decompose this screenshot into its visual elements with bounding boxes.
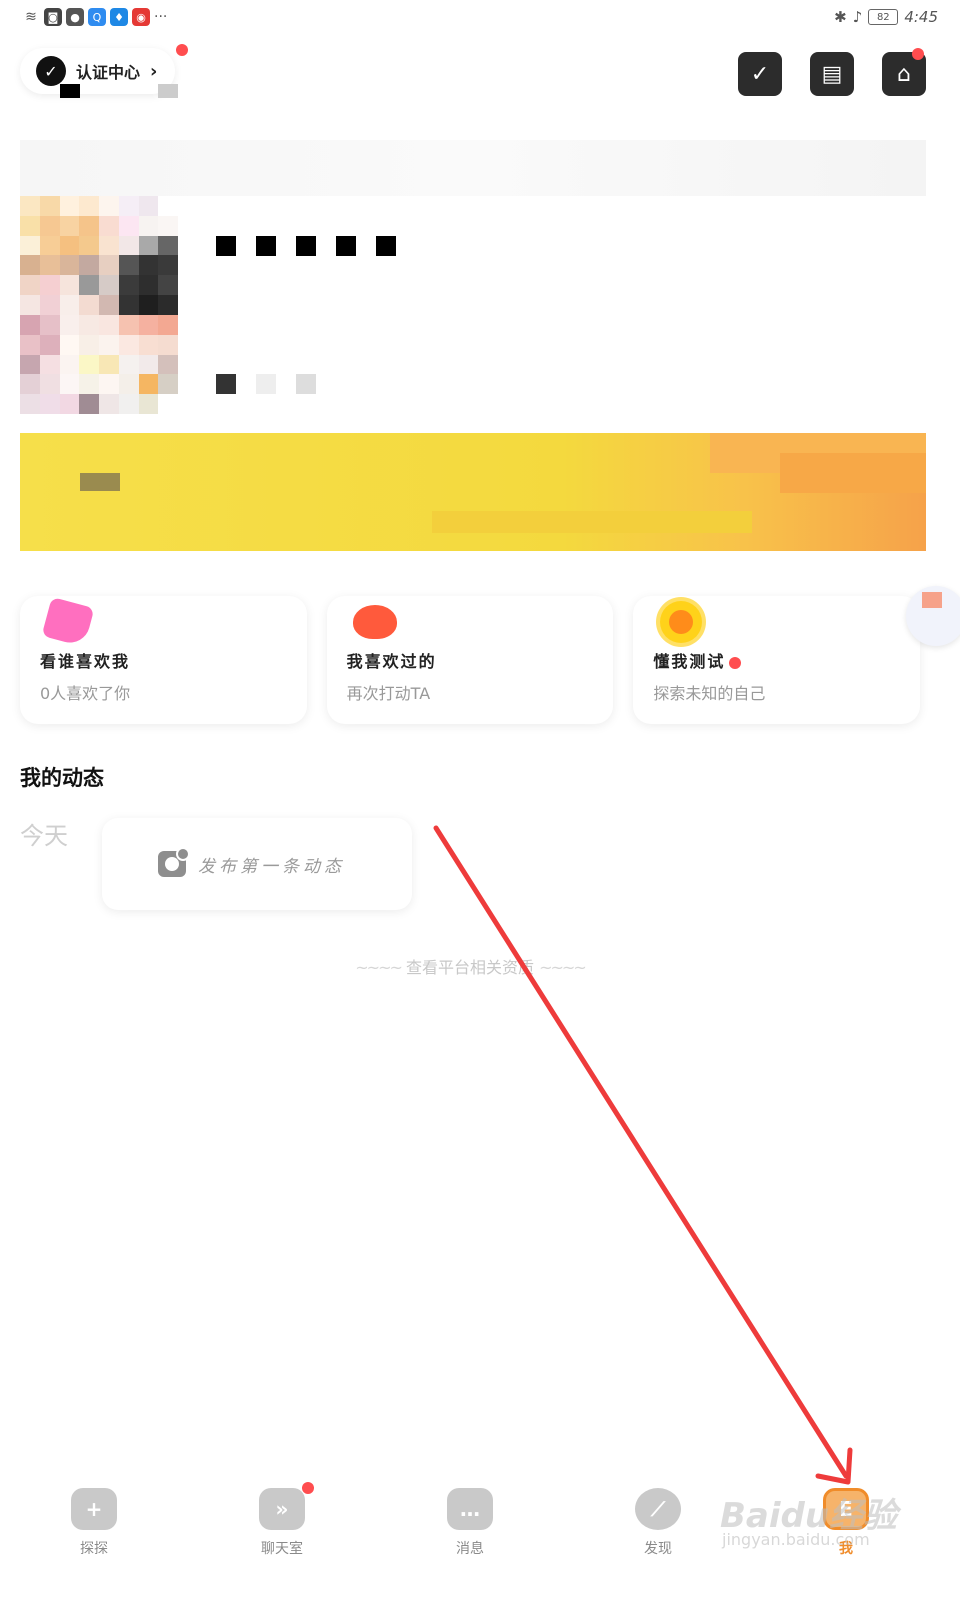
card-title: 看谁喜欢我 [40,652,131,671]
redaction-block [216,374,236,394]
nav-label: 聊天室 [261,1541,303,1557]
redaction-block [376,236,396,256]
feature-cards: 看谁喜欢我 0人喜欢了你 我喜欢过的 再次打动TA 懂我测试 探索未知的自己 [20,596,921,724]
liked-by-me-card[interactable]: 我喜欢过的 再次打动TA [326,596,614,724]
nav-label: 探探 [80,1541,108,1557]
banner-decoration [432,511,752,533]
wechat-icon: ● [66,8,84,26]
today-label: 今天 [20,822,68,850]
wifi-icon: ≋ [25,9,37,25]
card-title: 懂我测试 [653,648,742,672]
chatroom-icon: » [259,1488,305,1530]
settings-notification-dot [912,48,924,60]
redaction-block [296,236,316,256]
swipe-icon: + [71,1488,117,1530]
status-bar-right: ✱ ♪ 82 4:45 [834,8,938,26]
baidu-watermark-url: jingyan.baidu.com [722,1530,870,1549]
wave-decoration: ~~~~ [355,958,403,977]
banner-decoration [780,453,926,493]
redacted-profile-strip [20,140,926,196]
search-app-icon: Q [88,8,106,26]
nav-messages[interactable]: … 消息 [376,1488,564,1578]
bulb-app-icon: ♦ [110,8,128,26]
card-subtitle: 0人喜欢了你 [40,684,131,703]
floating-bubble[interactable] [906,586,960,646]
status-bar: ≋ ◙ ● Q ♦ ◉ ··· ✱ ♪ 82 4:45 [0,0,960,36]
personality-test-card[interactable]: 懂我测试 探索未知的自己 [633,596,921,724]
heart-icon [351,602,399,642]
battery-indicator: 82 [868,9,899,25]
chevron-right-icon: › [150,60,158,82]
avatar[interactable] [20,196,178,414]
redaction-block [158,84,178,98]
chatroom-notification-dot [302,1482,314,1494]
redacted-user-info [216,374,316,394]
redacted-banner-text [80,473,120,491]
my-moments-title: 我的动态 [20,766,104,790]
clock: 4:45 [904,8,938,26]
redaction-block [336,236,356,256]
arrow-head [815,1447,853,1485]
redaction-block [256,374,276,394]
mute-icon: ♪ [852,8,863,26]
wave-decoration: ~~~~ [539,958,587,977]
arrow-line [433,825,849,1479]
bubble-decoration [922,592,942,608]
message-icon: … [447,1488,493,1530]
nav-label: 消息 [456,1541,484,1557]
header-actions: ✓ ▤ ⌂ [738,52,930,100]
more-notifications: ··· [154,9,168,25]
who-likes-me-card[interactable]: 看谁喜欢我 0人喜欢了你 [20,596,307,724]
certification-center-label: 认证中心 [76,63,141,82]
publish-label: 发布第一条动态 [198,856,345,877]
verified-badge-icon: ✓ [36,56,66,86]
nav-chatroom[interactable]: » 聊天室 [188,1482,376,1578]
vip-banner[interactable] [20,433,926,551]
wallet-icon[interactable]: ▤ [810,52,858,100]
clipboard-check-icon[interactable]: ✓ [738,52,786,100]
cupid-arrow-icon [41,596,95,648]
publish-first-moment-button[interactable]: 发布第一条动态 [102,818,412,910]
platform-qualifications-link[interactable]: ~~~~ 查看平台相关资质 ~~~~ [0,954,940,978]
weibo-icon: ◉ [132,8,150,26]
camera-icon [158,847,190,877]
test-notification-dot [729,656,742,669]
bluetooth-icon: ✱ [834,8,847,26]
discover-icon: ⟋ [635,1488,681,1530]
redaction-block [296,374,316,394]
platform-link-text: 查看平台相关资质 [405,958,534,977]
card-subtitle: 再次打动TA [346,684,431,703]
nav-label: 发现 [644,1541,672,1557]
redaction-block [60,84,80,98]
certification-notification-dot [176,44,188,56]
redacted-nickname [216,236,396,256]
redaction-block [256,236,276,256]
sun-icon [657,601,705,643]
card-title-text: 懂我测试 [653,652,726,671]
status-bar-left: ≋ ◙ ● Q ♦ ◉ ··· [22,8,167,26]
chat-bot-icon: ◙ [44,8,62,26]
card-title: 我喜欢过的 [346,652,437,671]
card-subtitle: 探索未知的自己 [653,684,766,703]
certification-center-button[interactable]: ✓ 认证中心 › [20,48,176,94]
redaction-block [216,236,236,256]
nav-swipe[interactable]: + 探探 [0,1488,188,1578]
